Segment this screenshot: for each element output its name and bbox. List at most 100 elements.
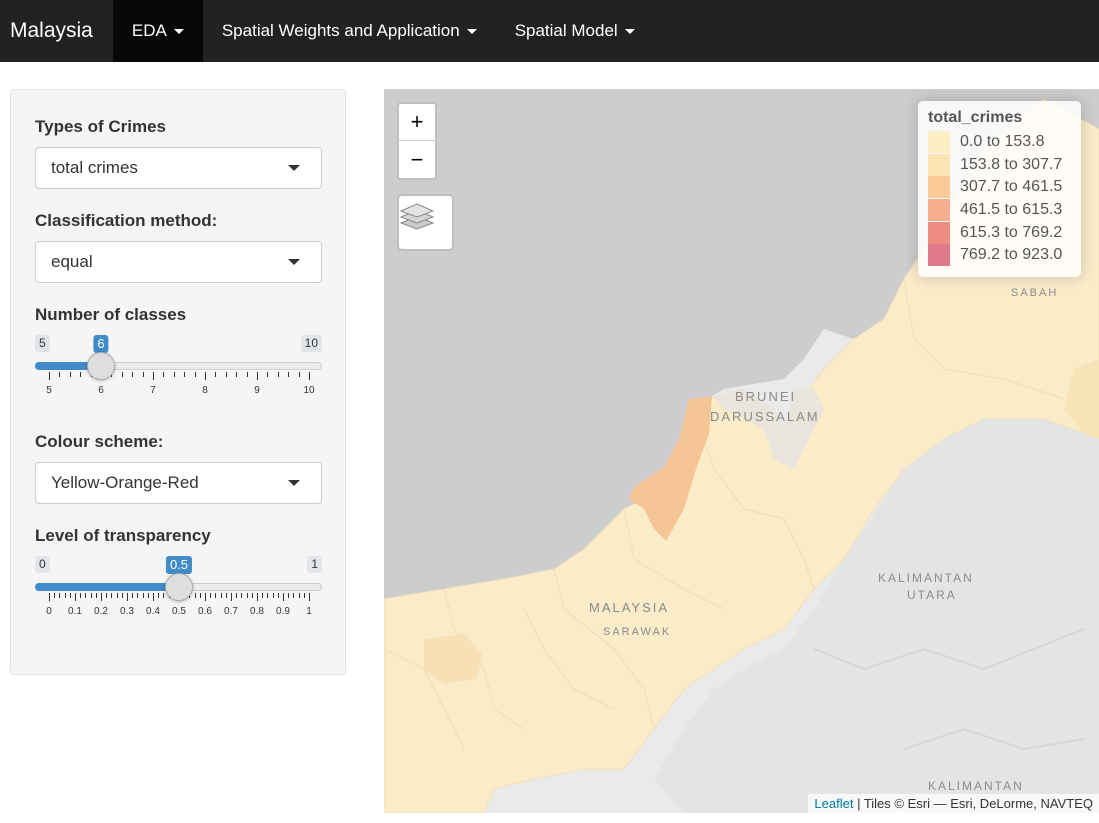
slider-minor-tick: [277, 372, 279, 377]
layers-icon: [399, 203, 435, 230]
legend-item: 461.5 to 615.3: [928, 199, 1071, 222]
legend-label: 461.5 to 615.3: [960, 201, 1063, 219]
crime-type-select[interactable]: total crimes: [35, 147, 322, 189]
colour-scheme-label: Colour scheme:: [35, 432, 164, 451]
slider-minor-tick: [80, 593, 82, 598]
slider-minor-tick: [225, 372, 227, 377]
nav-menu-label: Spatial Model: [514, 21, 618, 40]
nav-menu-spatial-model[interactable]: Spatial Model: [496, 0, 654, 62]
slider-tick-label: 0.4: [146, 606, 160, 617]
slider-minor-tick: [137, 593, 139, 598]
transparency-slider[interactable]: 0 1 0.5 0 0.1 0.2 0.3 0.4 0.5 0.6 0.7 0.8 0.9 1: [35, 556, 322, 628]
slider-tick-label: 0: [46, 606, 52, 617]
slider-minor-tick: [142, 593, 144, 598]
slider-minor-tick: [246, 593, 248, 598]
slider-minor-tick: [111, 593, 113, 598]
legend-swatch: [928, 199, 950, 222]
nav-menu-eda[interactable]: EDA: [112, 0, 203, 62]
map-legend: total_crimes 0.0 to 153.8 153.8 to 307.7 3…: [918, 101, 1081, 277]
slider-tick-label: 0.9: [276, 606, 290, 617]
classification-select[interactable]: equal: [35, 241, 322, 283]
attribution-text: | Tiles © Esri — Esri, DeLorme, NAVTEQ: [853, 796, 1093, 811]
layers-control-button[interactable]: [397, 194, 454, 251]
slider-minor-tick: [95, 593, 97, 598]
slider-minor-tick: [236, 372, 238, 377]
slider-minor-tick: [59, 593, 61, 598]
num-classes-slider[interactable]: 5 10 6 5 6 7 8 9 10: [35, 335, 322, 407]
slider-minor-tick: [158, 593, 160, 598]
slider-major-tick: [127, 593, 128, 601]
slider-minor-tick: [298, 593, 300, 598]
map-label-sarawak: SARAWAK: [603, 626, 672, 638]
slider-tick-label: 8: [202, 385, 208, 396]
slider-major-tick: [49, 372, 50, 380]
slider-minor-tick: [194, 372, 196, 377]
slider-tick-label: 0.3: [120, 606, 134, 617]
slider-tick-label: 6: [98, 385, 104, 396]
classification-value: equal: [51, 252, 93, 271]
slider-minor-tick: [142, 372, 144, 377]
slider-handle[interactable]: [87, 352, 115, 380]
leaflet-map[interactable]: SABAH BRUNEI DARUSSALAM KALIMANTAN UTARA…: [384, 89, 1099, 813]
slider-minor-tick: [288, 372, 290, 377]
zoom-in-button[interactable]: +: [399, 104, 435, 141]
legend-item: 153.8 to 307.7: [928, 153, 1071, 177]
legend-title: total_crimes: [928, 109, 1023, 126]
slider-minor-tick: [121, 372, 123, 377]
slider-minor-tick: [184, 372, 186, 377]
map-label-kalimantan-utara-2: UTARA: [907, 588, 957, 602]
legend-swatch: [928, 244, 950, 267]
nav-menu-label: Spatial Weights and Application: [221, 21, 460, 40]
slider-minor-tick: [194, 593, 196, 598]
classification-label: Classification method:: [35, 211, 218, 230]
num-classes-label: Number of classes: [35, 305, 187, 324]
nav-menu-label: EDA: [131, 21, 167, 40]
slider-major-tick: [75, 593, 76, 601]
slider-tick-label: 10: [303, 385, 315, 396]
legend-label: 769.2 to 923.0: [960, 246, 1063, 264]
caret-down-icon: [466, 28, 477, 34]
map-label-kalimantan-utara-1: KALIMANTAN: [878, 571, 974, 585]
slider-minor-tick: [272, 593, 274, 598]
legend-item: 307.7 to 461.5: [928, 176, 1071, 199]
slider-tick-label: 1: [306, 606, 312, 617]
slider-minor-tick: [246, 372, 248, 377]
slider-min-label: 0: [35, 556, 50, 573]
slider-minor-tick: [106, 593, 108, 598]
zoom-out-button[interactable]: −: [399, 141, 435, 178]
transparency-label: Level of transparency: [35, 526, 211, 545]
map-label-sabah: SABAH: [1011, 287, 1059, 299]
slider-minor-tick: [54, 593, 56, 598]
colour-scheme-select[interactable]: Yellow-Orange-Red: [35, 462, 322, 504]
slider-major-tick: [49, 593, 50, 601]
slider-min-label: 5: [35, 335, 50, 352]
slider-fill: [35, 583, 179, 591]
slider-minor-tick: [262, 593, 264, 598]
leaflet-link[interactable]: Leaflet: [814, 796, 853, 811]
legend-label: 0.0 to 153.8: [960, 133, 1045, 151]
slider-major-tick: [205, 593, 206, 601]
slider-major-tick: [205, 372, 206, 380]
slider-tick-label: 0.7: [224, 606, 238, 617]
slider-tick-label: 0.8: [250, 606, 264, 617]
slider-minor-tick: [64, 593, 66, 598]
navbar-brand[interactable]: Malaysia: [0, 0, 113, 62]
slider-minor-tick: [69, 372, 71, 377]
slider-minor-tick: [288, 593, 290, 598]
legend-swatch: [928, 176, 950, 199]
legend-swatch: [928, 153, 950, 176]
legend-rows: 0.0 to 153.8 153.8 to 307.7 307.7 to 461.5…: [928, 131, 1071, 267]
nav-menu-spatial-weights[interactable]: Spatial Weights and Application: [203, 0, 496, 62]
slider-minor-tick: [147, 593, 149, 598]
slider-minor-tick: [163, 372, 165, 377]
map-label-malaysia: MALAYSIA: [589, 600, 670, 615]
slider-minor-tick: [236, 593, 238, 598]
slider-tick-label: 7: [150, 385, 156, 396]
slider-handle[interactable]: [165, 573, 193, 601]
map-attribution: Leaflet | Tiles © Esri — Esri, DeLorme, …: [808, 794, 1099, 813]
slider-major-tick: [257, 372, 258, 380]
slider-minor-tick: [85, 593, 87, 598]
slider-major-tick: [309, 593, 310, 601]
slider-tick-label: 0.5: [172, 606, 186, 617]
navbar: Malaysia EDA Spatial Weights and Applica…: [0, 0, 1099, 62]
